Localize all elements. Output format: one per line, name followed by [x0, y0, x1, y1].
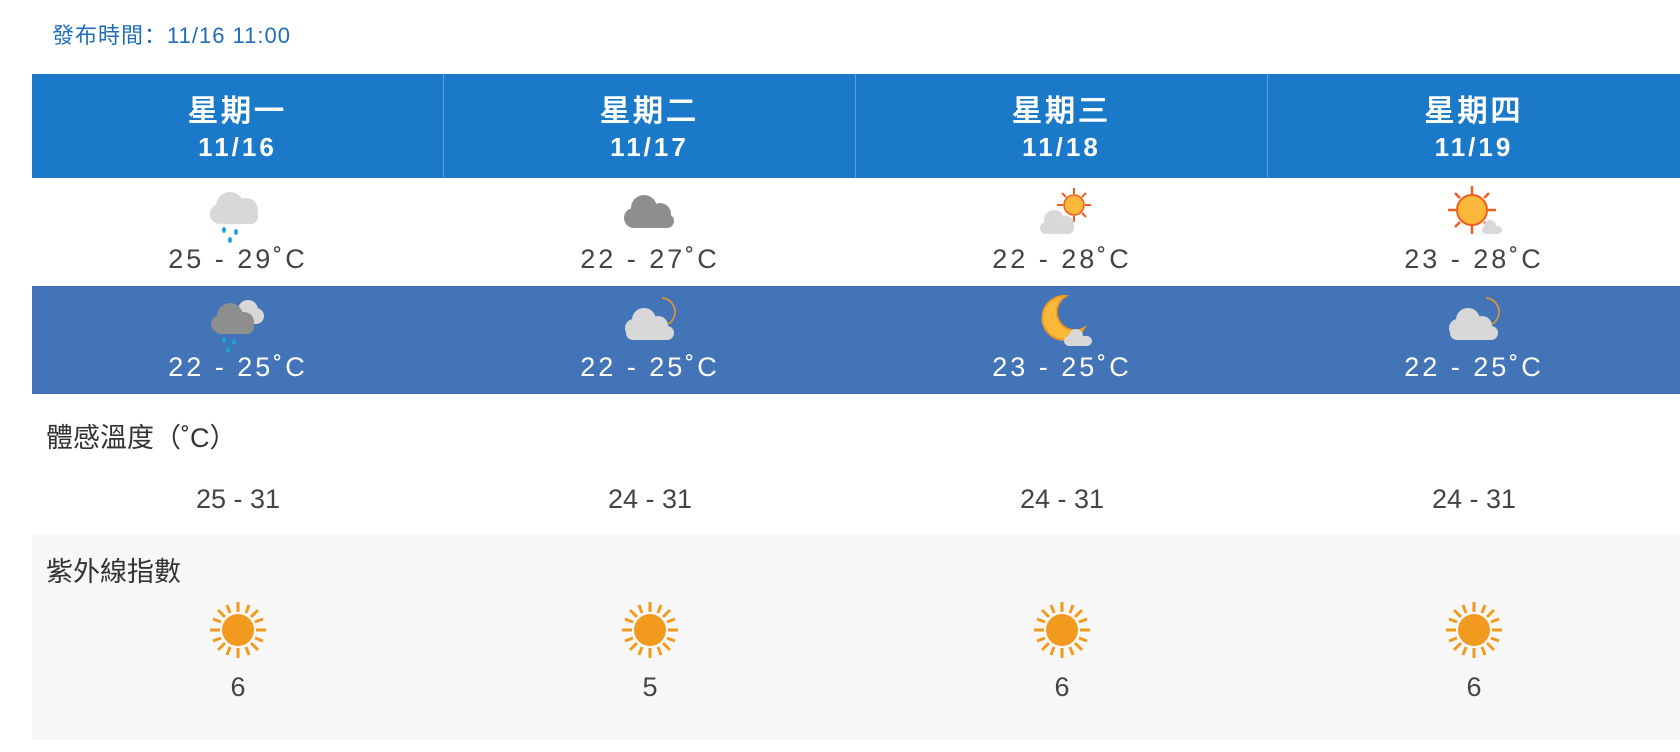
night-cell: 22 - 25˚C — [32, 286, 444, 394]
night-temp: 22 - 25˚C — [1404, 352, 1544, 382]
day-name: 星期二 — [600, 95, 699, 128]
uv-value: 6 — [230, 672, 246, 702]
sun-cloud-icon — [1040, 188, 1091, 234]
feel-cell: 24 - 31 — [444, 470, 856, 530]
cloud-icon — [624, 195, 674, 228]
feel-temp-value: 24 - 31 — [607, 484, 693, 514]
day-temp: 25 - 29˚C — [168, 244, 308, 274]
feel-cell: 24 - 31 — [856, 470, 1268, 530]
uv-sun-icon — [1446, 602, 1502, 658]
daytime-cell: 22 - 27˚C — [444, 178, 856, 286]
daytime-cell: 22 - 28˚C — [856, 178, 1268, 286]
day-temp: 22 - 27˚C — [580, 244, 720, 274]
publish-time: 發布時間：11/16 11:00 — [52, 18, 291, 50]
publish-value: 11/16 11:00 — [167, 23, 291, 48]
day-name: 星期三 — [1012, 95, 1111, 128]
day-name: 星期四 — [1424, 95, 1524, 128]
day-header: 星期三 11/18 — [856, 74, 1268, 178]
night-cell: 23 - 25˚C — [856, 286, 1268, 394]
day-header: 星期二 11/17 — [444, 74, 856, 178]
daytime-cell: 23 - 28˚C — [1268, 178, 1680, 286]
uv-cell: 6 — [32, 600, 444, 720]
night-temp: 22 - 25˚C — [168, 352, 308, 382]
uv-index-label: 紫外線指數 — [46, 557, 181, 587]
day-header: 星期四 11/19 — [1268, 74, 1680, 178]
day-date: 11/18 — [1022, 132, 1101, 162]
uv-cell: 6 — [856, 600, 1268, 720]
day-temp: 22 - 28˚C — [992, 244, 1132, 274]
cloud-rain-icon — [210, 192, 258, 243]
daytime-cell: 25 - 29˚C — [32, 178, 444, 286]
feel-cell: 25 - 31 — [32, 470, 444, 530]
moon-icon — [1041, 294, 1092, 346]
forecast-table: 星期一 11/16 星期二 11/17 星期三 11/18 星期四 11/19 … — [32, 74, 1680, 394]
night-temp: 23 - 25˚C — [992, 352, 1132, 382]
header-row: 星期一 11/16 星期二 11/17 星期三 11/18 星期四 11/19 — [32, 74, 1680, 178]
moon-cloud-icon — [1449, 297, 1500, 340]
night-cell: 22 - 25˚C — [1268, 286, 1680, 394]
day-date: 11/16 — [198, 132, 277, 162]
night-cell: 22 - 25˚C — [444, 286, 856, 394]
uv-cell: 5 — [444, 600, 856, 720]
day-date: 11/19 — [1434, 132, 1514, 162]
feel-temp-row: 25 - 31 24 - 31 24 - 31 24 - 31 — [32, 470, 1680, 530]
feel-cell: 24 - 31 — [1268, 470, 1680, 530]
publish-label: 發布時間： — [52, 23, 168, 48]
uv-sun-icon — [1034, 602, 1090, 658]
uv-sun-icon — [622, 602, 678, 658]
day-temp: 23 - 28˚C — [1404, 244, 1544, 274]
daytime-row: 25 - 29˚C 22 - 27˚C 22 - 28˚C 23 - 28˚C — [32, 178, 1680, 286]
feel-temp-value: 25 - 31 — [195, 484, 281, 514]
feel-temp-label: 體感溫度（˚C） — [46, 423, 237, 453]
uv-row: 6 5 6 6 — [32, 600, 1680, 720]
day-header: 星期一 11/16 — [32, 74, 444, 178]
moon-cloud-icon — [625, 297, 676, 340]
uv-value: 6 — [1054, 672, 1070, 702]
day-date: 11/17 — [610, 132, 689, 162]
feel-temp-value: 24 - 31 — [1019, 484, 1105, 514]
uv-value: 6 — [1466, 672, 1482, 702]
night-row: 22 - 25˚C 22 - 25˚C 23 - 25˚C 22 - 25˚C — [32, 286, 1680, 394]
uv-sun-icon — [210, 602, 266, 658]
night-temp: 22 - 25˚C — [580, 352, 720, 382]
cloud-rain-dark-icon — [211, 300, 264, 353]
sun-icon — [1448, 186, 1502, 234]
uv-value: 5 — [642, 672, 658, 702]
day-name: 星期一 — [188, 95, 287, 128]
feel-temp-value: 24 - 31 — [1431, 484, 1517, 514]
uv-cell: 6 — [1268, 600, 1680, 720]
